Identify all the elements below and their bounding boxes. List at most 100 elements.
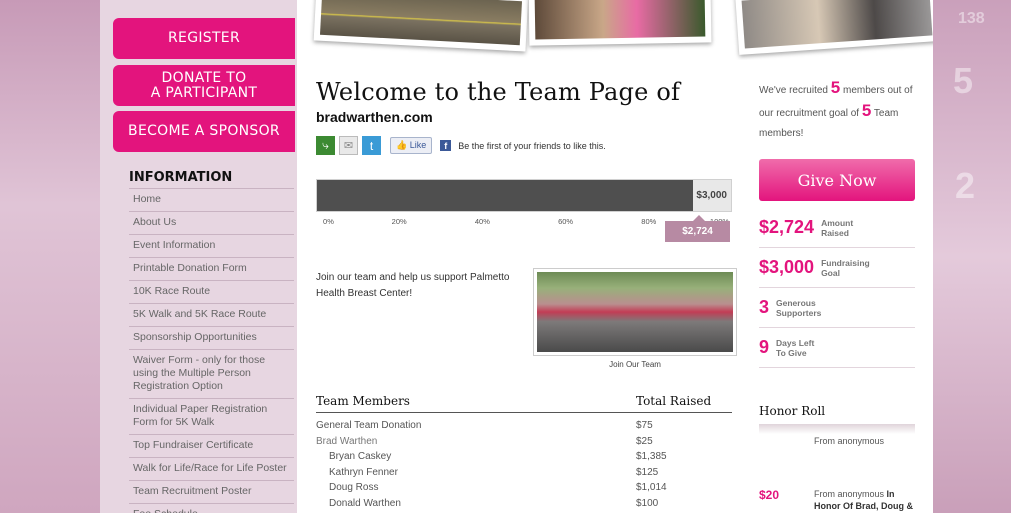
donate-label-line1: DONATE TO	[161, 69, 247, 86]
bg-bib-number: 138	[958, 10, 985, 27]
recruit-goal: 5	[861, 101, 872, 120]
email-icon[interactable]: ✉	[339, 136, 358, 155]
bg-bib-number: 5	[953, 60, 974, 101]
sidebar-item-waiver-form[interactable]: Waiver Form - only for those using the M…	[129, 349, 294, 398]
stat-value: 3	[759, 297, 770, 317]
members-table: General Team Donation $75 Brad Warthen $25…	[316, 418, 732, 511]
member-name: General Team Donation	[316, 420, 422, 431]
facebook-like-button[interactable]: 👍 Like	[390, 137, 433, 154]
sidebar-item-walk-for-life-poster[interactable]: Walk for Life/Race for Life Poster	[129, 457, 294, 480]
social-share-bar: ⤷ ✉ t 👍 Like f Be the first of your frie…	[316, 136, 606, 155]
table-row: General Team Donation $75	[316, 418, 732, 434]
table-row[interactable]: Kathryn Fenner $125	[316, 465, 732, 481]
member-amount: $1,385	[636, 451, 667, 462]
raised-amount-tag: $2,724	[665, 215, 730, 242]
progress-tick-label: 60%	[558, 217, 574, 226]
progress-fill	[317, 180, 693, 211]
member-amount: $100	[636, 497, 659, 509]
stat-label: Raised	[821, 227, 849, 238]
header-photo-strip	[297, 0, 933, 60]
col-total-raised: Total Raised	[636, 394, 712, 408]
member-amount: $75	[636, 420, 653, 431]
stat-value: 9	[759, 337, 770, 357]
sponsor-label: BECOME A SPONSOR	[128, 123, 280, 139]
stat-label: To Give	[776, 347, 807, 358]
goal-label: $3,000	[696, 190, 727, 201]
table-row[interactable]: Bryan Caskey $1,385	[316, 449, 732, 465]
team-name: bradwarthen.com	[316, 109, 433, 125]
page-title: Welcome to the Team Page of	[316, 78, 681, 106]
sidebar-item-top-fundraiser[interactable]: Top Fundraiser Certificate	[129, 434, 294, 457]
donate-label-line2: A PARTICIPANT	[150, 84, 258, 101]
fundraising-progress-bar: $3,000	[316, 179, 732, 212]
honor-roll-heading: Honor Roll	[759, 404, 826, 418]
recruit-count: 5	[830, 78, 841, 97]
progress-tick-label: 40%	[474, 217, 490, 226]
recruitment-summary: We've recruited 5 members out of our rec…	[759, 78, 919, 144]
honor-entry-from: From anonymous	[814, 489, 885, 499]
stat-amount-raised: $2,724 Amount Raised	[759, 208, 915, 248]
register-button[interactable]: REGISTER	[113, 18, 295, 59]
member-name[interactable]: Brad Warthen	[316, 434, 377, 450]
progress-tick-label: 80%	[641, 217, 657, 226]
header-photo	[735, 0, 933, 55]
stat-value: $2,724	[759, 217, 815, 237]
bg-bib-number: 2	[955, 165, 976, 206]
main-content: Welcome to the Team Page of bradwarthen.…	[297, 0, 933, 513]
team-photo[interactable]	[533, 268, 737, 356]
stat-label: Days Left	[776, 337, 815, 348]
sidebar-item-10k-race-route[interactable]: 10K Race Route	[129, 280, 294, 303]
team-intro-text: Join our team and help us support Palmet…	[316, 272, 510, 299]
information-heading: INFORMATION	[129, 170, 233, 185]
information-menu: Home About Us Event Information Printabl…	[129, 188, 294, 513]
honor-entry-amount: $20	[759, 488, 780, 502]
like-count-text: Be the first of your friends to like thi…	[458, 140, 606, 151]
like-label: Like	[409, 140, 427, 150]
sidebar-item-sponsorship[interactable]: Sponsorship Opportunities	[129, 326, 294, 349]
recruit-prefix: We've recruited	[759, 85, 828, 96]
stat-fundraising-goal: $3,000 Fundraising Goal	[759, 248, 915, 288]
become-sponsor-button[interactable]: BECOME A SPONSOR	[113, 111, 295, 152]
stat-label: Amount	[821, 217, 854, 228]
stat-label: Generous	[776, 297, 816, 308]
header-photo	[313, 0, 529, 52]
table-row[interactable]: Donald Warthen $100	[316, 496, 732, 512]
member-amount: $125	[636, 466, 659, 478]
progress-tick-label: 0%	[323, 217, 334, 226]
donate-to-participant-button[interactable]: DONATE TO A PARTICIPANT	[113, 65, 295, 106]
sidebar: REGISTER DONATE TO A PARTICIPANT BECOME …	[100, 0, 297, 513]
table-row[interactable]: Doug Ross $1,014	[316, 480, 732, 496]
member-name[interactable]: Bryan Caskey	[316, 449, 391, 465]
twitter-icon[interactable]: t	[362, 136, 381, 155]
stat-value: $3,000	[759, 257, 815, 277]
sidebar-item-about-us[interactable]: About Us	[129, 211, 294, 234]
header-photo	[528, 0, 712, 46]
team-photo-caption: Join Our Team	[609, 360, 661, 369]
sidebar-item-team-recruitment-poster[interactable]: Team Recruitment Poster	[129, 480, 294, 503]
member-name[interactable]: Doug Ross	[316, 480, 378, 496]
sidebar-item-event-information[interactable]: Event Information	[129, 234, 294, 257]
honor-roll-divider	[759, 424, 915, 434]
stat-label: Goal	[821, 267, 840, 278]
member-name[interactable]: Kathryn Fenner	[316, 465, 398, 481]
sidebar-item-printable-donation-form[interactable]: Printable Donation Form	[129, 257, 294, 280]
table-row[interactable]: Brad Warthen $25	[316, 434, 732, 450]
member-amount: $1,014	[636, 482, 667, 493]
share-icon[interactable]: ⤷	[316, 136, 335, 155]
sidebar-item-paper-registration[interactable]: Individual Paper Registration Form for 5…	[129, 398, 294, 434]
give-now-button[interactable]: Give Now	[759, 159, 915, 201]
member-name[interactable]: Donald Warthen	[316, 496, 401, 512]
sidebar-item-5k-route[interactable]: 5K Walk and 5K Race Route	[129, 303, 294, 326]
progress-tick-label: 20%	[391, 217, 407, 226]
facebook-icon: f	[440, 140, 452, 151]
col-team-members: Team Members	[316, 394, 410, 408]
stat-supporters: 3 Generous Supporters	[759, 288, 915, 328]
sidebar-item-home[interactable]: Home	[129, 188, 294, 211]
register-label: REGISTER	[168, 30, 240, 46]
sidebar-item-fee-schedule[interactable]: Fee Schedule	[129, 503, 294, 513]
stat-label: Supporters	[776, 307, 822, 318]
honor-entry-from: From anonymous	[814, 436, 885, 446]
members-table-header: Team Members Total Raised	[316, 394, 732, 413]
stat-label: Fundraising	[821, 257, 870, 268]
page-background-left	[0, 0, 100, 513]
